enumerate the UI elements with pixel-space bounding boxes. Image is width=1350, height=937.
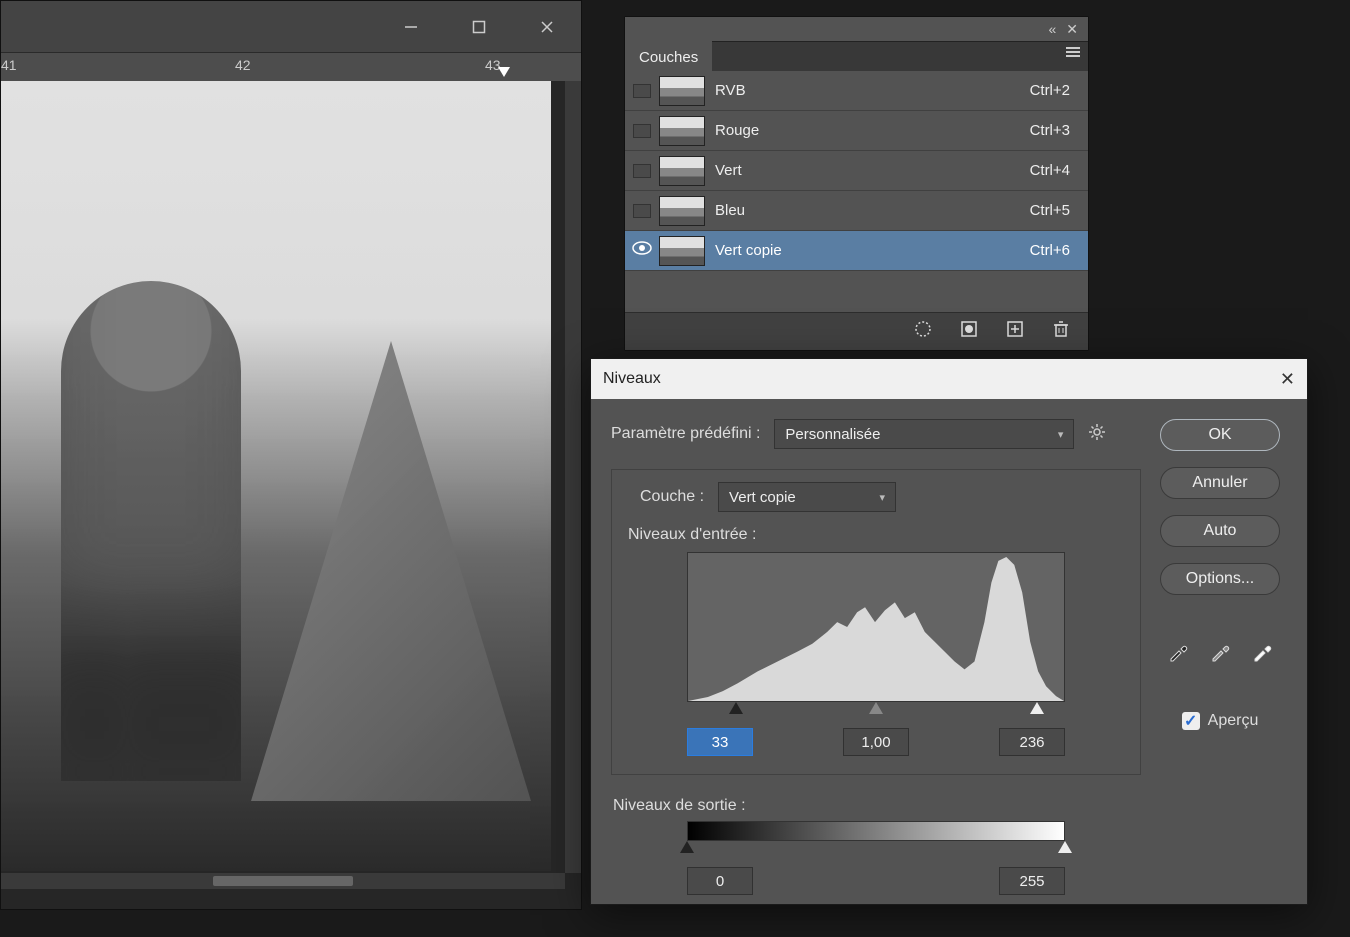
auto-button[interactable]: Auto — [1160, 515, 1280, 547]
input-levels-group: Couche : Vert copie ▾ Niveaux d'entrée : — [611, 469, 1141, 775]
channel-shortcut: Ctrl+6 — [1030, 242, 1078, 259]
document-window: 41 42 43 — [0, 0, 582, 910]
options-button[interactable]: Options... — [1160, 563, 1280, 595]
output-high-field[interactable]: 255 — [999, 867, 1065, 895]
preview-label: Aperçu — [1208, 712, 1259, 730]
close-icon[interactable]: ✕ — [1280, 369, 1295, 390]
visibility-toggle[interactable] — [633, 204, 651, 218]
channel-name: Bleu — [715, 202, 1030, 219]
input-slider-track[interactable] — [687, 702, 1065, 720]
histogram[interactable] — [687, 552, 1065, 702]
eye-icon[interactable] — [632, 241, 652, 260]
window-close-button[interactable] — [513, 1, 581, 53]
channel-list: RVB Ctrl+2 Rouge Ctrl+3 Vert Ctrl+4 Bleu… — [625, 71, 1088, 271]
channel-label: Couche : — [640, 488, 704, 506]
gear-icon[interactable] — [1088, 423, 1106, 446]
horizontal-scrollbar[interactable] — [1, 873, 565, 889]
input-highlight-field[interactable]: 236 — [999, 728, 1065, 756]
document-image[interactable] — [1, 81, 551, 871]
load-selection-icon[interactable] — [914, 320, 932, 343]
ruler-tick: 41 — [1, 57, 17, 73]
channels-panel: « ✕ Couches RVB Ctrl+2 Rouge Ctrl+3 Vert… — [624, 16, 1089, 351]
collapse-icon[interactable]: « — [1048, 21, 1056, 37]
panel-close-icon[interactable]: ✕ — [1066, 21, 1078, 38]
trash-icon[interactable] — [1052, 320, 1070, 343]
cancel-button[interactable]: Annuler — [1160, 467, 1280, 499]
channel-name: RVB — [715, 82, 1030, 99]
ok-button[interactable]: OK — [1160, 419, 1280, 451]
channel-shortcut: Ctrl+3 — [1030, 122, 1078, 139]
horizontal-ruler[interactable]: 41 42 43 — [1, 53, 581, 81]
channel-name: Rouge — [715, 122, 1030, 139]
new-channel-icon[interactable] — [1006, 320, 1024, 343]
highlight-slider[interactable] — [1030, 702, 1044, 714]
channel-thumbnail[interactable] — [659, 156, 705, 186]
channel-thumbnail[interactable] — [659, 76, 705, 106]
ruler-cursor-indicator — [498, 67, 510, 77]
channel-shortcut: Ctrl+2 — [1030, 82, 1078, 99]
ruler-tick: 42 — [235, 57, 251, 73]
channel-row-bleu[interactable]: Bleu Ctrl+5 — [625, 191, 1088, 231]
input-shadow-field[interactable]: 33 — [687, 728, 753, 756]
panel-controls: « ✕ — [625, 17, 1088, 41]
window-minimize-button[interactable] — [377, 1, 445, 53]
vertical-scrollbar[interactable] — [565, 81, 581, 873]
canvas-area[interactable] — [1, 81, 565, 873]
dialog-titlebar[interactable]: Niveaux ✕ — [591, 359, 1307, 399]
channel-row-vert-copie[interactable]: Vert copie Ctrl+6 — [625, 231, 1088, 271]
preset-select[interactable]: Personnalisée ▾ — [774, 419, 1074, 449]
channel-shortcut: Ctrl+4 — [1030, 162, 1078, 179]
black-eyedropper-icon[interactable] — [1167, 641, 1189, 668]
channel-select-value: Vert copie — [729, 489, 796, 506]
white-eyedropper-icon[interactable] — [1251, 641, 1273, 668]
shadow-slider[interactable] — [729, 702, 743, 714]
levels-dialog: Niveaux ✕ Paramètre prédéfini : Personna… — [590, 358, 1308, 905]
dialog-title: Niveaux — [603, 370, 661, 388]
preview-row: ✓ Aperçu — [1182, 712, 1259, 730]
channel-select[interactable]: Vert copie ▾ — [718, 482, 896, 512]
input-levels-label: Niveaux d'entrée : — [628, 526, 1124, 544]
window-maximize-button[interactable] — [445, 1, 513, 53]
output-levels-label: Niveaux de sortie : — [613, 797, 1139, 815]
panel-tabs: Couches — [625, 41, 1088, 71]
output-gradient[interactable] — [687, 821, 1065, 841]
save-selection-icon[interactable] — [960, 320, 978, 343]
visibility-toggle[interactable] — [633, 124, 651, 138]
tab-label: Couches — [639, 49, 698, 66]
output-high-slider[interactable] — [1058, 841, 1072, 853]
chevron-down-icon: ▾ — [1058, 428, 1064, 441]
panel-menu-icon[interactable] — [1064, 45, 1082, 64]
gray-eyedropper-icon[interactable] — [1209, 641, 1231, 668]
output-low-field[interactable]: 0 — [687, 867, 753, 895]
scroll-thumb[interactable] — [213, 876, 353, 886]
channel-row-rouge[interactable]: Rouge Ctrl+3 — [625, 111, 1088, 151]
output-low-slider[interactable] — [680, 841, 694, 853]
chevron-down-icon: ▾ — [880, 491, 886, 504]
preset-value: Personnalisée — [785, 426, 880, 443]
visibility-toggle[interactable] — [633, 164, 651, 178]
midtone-slider[interactable] — [869, 702, 883, 714]
window-titlebar[interactable] — [1, 1, 581, 53]
channel-thumbnail[interactable] — [659, 236, 705, 266]
channel-name: Vert copie — [715, 242, 1030, 259]
visibility-toggle[interactable] — [633, 84, 651, 98]
channel-thumbnail[interactable] — [659, 116, 705, 146]
preview-checkbox[interactable]: ✓ — [1182, 712, 1200, 730]
channel-row-rvb[interactable]: RVB Ctrl+2 — [625, 71, 1088, 111]
channel-thumbnail[interactable] — [659, 196, 705, 226]
panel-footer — [625, 312, 1088, 350]
channel-name: Vert — [715, 162, 1030, 179]
channel-shortcut: Ctrl+5 — [1030, 202, 1078, 219]
output-slider-track[interactable] — [687, 841, 1065, 857]
preset-label: Paramètre prédéfini : — [611, 425, 760, 443]
channel-row-vert[interactable]: Vert Ctrl+4 — [625, 151, 1088, 191]
tab-channels[interactable]: Couches — [625, 41, 712, 71]
eyedropper-row — [1167, 641, 1273, 668]
input-midtone-field[interactable]: 1,00 — [843, 728, 909, 756]
